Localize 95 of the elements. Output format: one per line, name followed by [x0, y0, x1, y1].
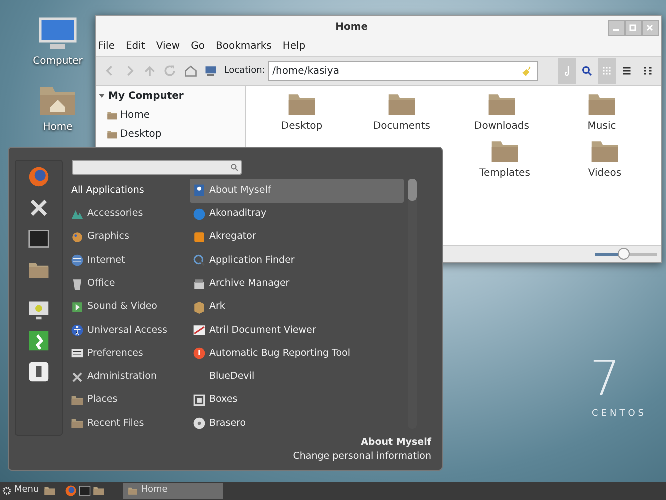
list-view-icon — [621, 65, 634, 78]
category-icon — [70, 300, 84, 314]
reload-icon — [163, 64, 178, 78]
folder-icon[interactable] — [44, 485, 56, 497]
search-field[interactable] — [72, 160, 242, 175]
category-item[interactable]: Internet — [68, 249, 190, 272]
application-icon — [192, 394, 206, 408]
category-icon — [70, 370, 84, 384]
maximize-icon — [629, 24, 638, 32]
application-icon — [192, 417, 206, 430]
application-item[interactable]: Boxes — [190, 388, 404, 412]
category-icon — [70, 417, 84, 430]
category-item[interactable]: Preferences — [68, 342, 190, 366]
minimize-button[interactable] — [608, 20, 625, 36]
path-toggle-button[interactable] — [558, 58, 576, 84]
application-item[interactable]: Atril Document Viewer — [190, 319, 404, 342]
application-icon — [192, 300, 206, 314]
terminal-icon[interactable] — [78, 485, 91, 497]
category-item[interactable]: Administration — [68, 366, 190, 389]
category-item[interactable]: Sound & Video — [68, 296, 190, 320]
application-item[interactable]: Ark — [190, 296, 404, 320]
folder-icon — [128, 486, 138, 496]
folder-icon — [107, 110, 118, 121]
category-item[interactable]: Recent Files — [68, 412, 190, 436]
close-button[interactable] — [642, 20, 659, 36]
menu-item[interactable]: Go — [191, 39, 205, 54]
application-icon — [192, 254, 206, 268]
application-icon — [192, 208, 206, 221]
expander-down-icon[interactable] — [98, 92, 106, 100]
application-item[interactable]: Akonaditray — [190, 202, 404, 226]
computer-icon — [204, 64, 218, 78]
file-name[interactable]: Downloads — [452, 118, 552, 134]
category-item[interactable]: Places — [68, 388, 190, 412]
category-icon — [70, 278, 84, 291]
category-icon — [70, 230, 84, 244]
category-item[interactable]: Graphics — [68, 226, 190, 250]
icon-view-icon — [601, 65, 613, 78]
category-item[interactable]: Accessories — [68, 202, 190, 226]
home-icon — [184, 64, 198, 78]
category-icon — [70, 254, 84, 268]
application-icon — [192, 324, 206, 338]
taskbar-window-button[interactable]: Home — [123, 483, 224, 499]
application-item[interactable]: Application Finder — [190, 249, 404, 272]
category-icon — [70, 347, 84, 360]
description-title: About Myself — [360, 436, 432, 450]
application-item[interactable]: Archive Manager — [190, 272, 404, 296]
up-arrow-icon — [143, 64, 157, 78]
location-field[interactable]: /home/kasiya — [268, 61, 538, 82]
category-item[interactable]: All Applications — [68, 179, 190, 203]
file-name[interactable]: Documents — [352, 118, 452, 134]
logo-number: 7 — [590, 355, 621, 403]
maximize-button[interactable] — [624, 20, 642, 36]
gear-icon — [2, 486, 12, 496]
application-icon — [192, 278, 206, 291]
phone-icon[interactable] — [28, 360, 50, 382]
application-icon — [192, 184, 206, 198]
globe-icon[interactable] — [28, 166, 50, 188]
menu-item[interactable]: Bookmarks — [216, 39, 272, 54]
description-text: Change personal information — [292, 450, 432, 464]
window-title: Home — [334, 21, 370, 35]
category-icon — [70, 208, 84, 221]
application-item[interactable]: Brasero — [190, 412, 404, 436]
application-item[interactable]: About Myself — [190, 179, 404, 203]
terminal-icon[interactable] — [28, 228, 50, 250]
sidebar-heading[interactable]: My Computer — [108, 88, 184, 104]
search-icon — [580, 65, 593, 78]
file-name[interactable]: Videos — [555, 166, 655, 181]
application-item[interactable]: Automatic Bug Reporting Tool — [190, 342, 404, 366]
location-label: Location: — [224, 64, 266, 78]
sidebar-item[interactable]: Desktop — [98, 124, 243, 144]
scrollbar[interactable] — [408, 179, 417, 430]
application-icon — [192, 230, 206, 244]
application-item[interactable]: BlueDevil — [190, 366, 404, 389]
menu-item[interactable]: Edit — [126, 39, 146, 54]
logo-text: CENTOS — [592, 408, 647, 421]
application-item[interactable]: Akregator — [190, 226, 404, 250]
folder-icon — [107, 128, 118, 140]
sidebar-item[interactable]: Home — [98, 106, 243, 125]
category-icon — [70, 394, 84, 408]
menu-button[interactable]: Menu — [2, 484, 40, 498]
globe-icon[interactable] — [64, 485, 77, 497]
file-name[interactable]: Music — [552, 118, 652, 134]
menu-item[interactable]: Help — [282, 39, 306, 54]
search-icon — [230, 162, 239, 172]
menu-item[interactable]: View — [156, 39, 180, 54]
file-name[interactable]: Desktop — [252, 118, 352, 134]
category-icon — [70, 324, 84, 338]
category-item[interactable]: Universal Access — [68, 319, 190, 342]
application-icon — [192, 347, 206, 360]
folder-icon[interactable] — [93, 485, 106, 497]
close-icon — [646, 24, 654, 32]
compact-view-icon — [642, 65, 654, 78]
file-name[interactable]: Templates — [455, 166, 555, 181]
category-item[interactable]: Office — [68, 272, 190, 296]
menu-item[interactable]: File — [98, 39, 115, 54]
